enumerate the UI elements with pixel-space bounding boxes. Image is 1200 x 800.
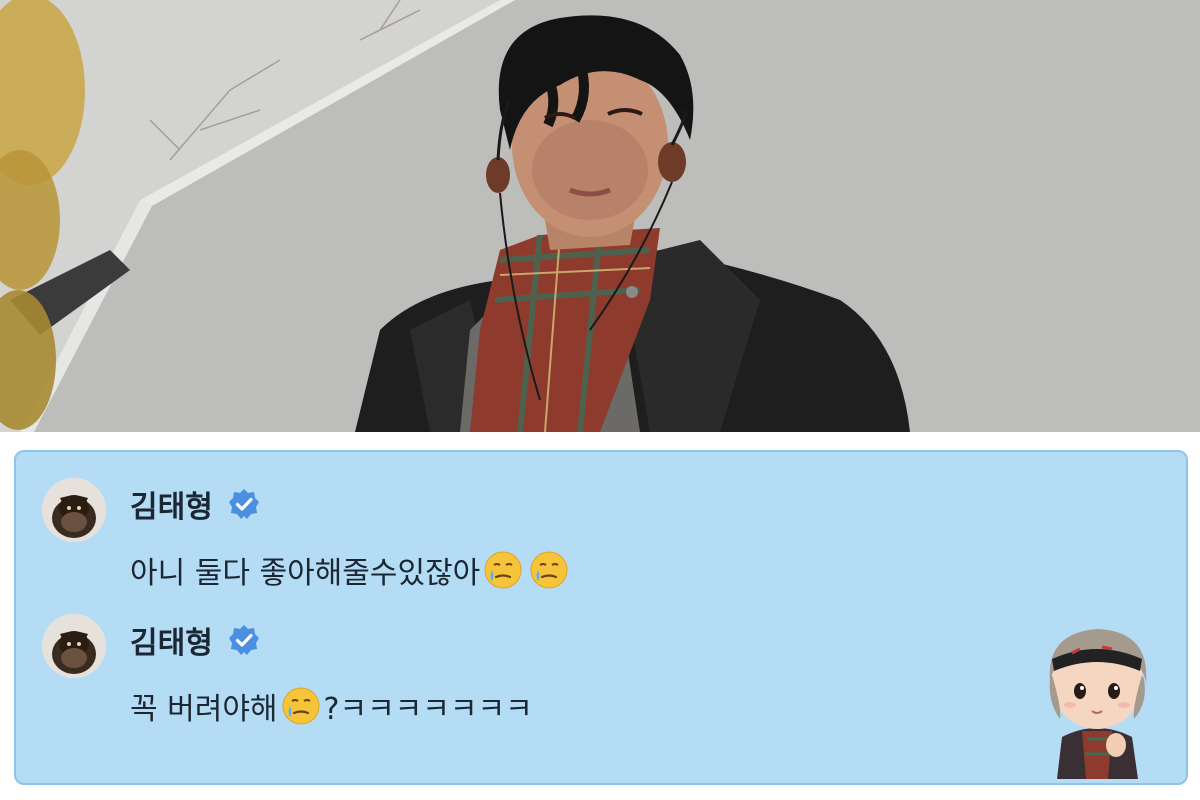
avatar[interactable] bbox=[42, 614, 106, 678]
avatar[interactable] bbox=[42, 478, 106, 542]
username-row: 김태형 bbox=[130, 618, 261, 662]
face-holding-back-tears-icon bbox=[281, 686, 321, 726]
comment-body-end: ?ㅋㅋㅋㅋㅋㅋㅋ bbox=[323, 692, 533, 727]
face-holding-back-tears-icon bbox=[529, 550, 569, 590]
comments-card: 김태형 아니 둘다 좋아해줄수있잖아 김태형 꼭 버려야해 ?ㅋㅋㅋㅋㅋㅋㅋ bbox=[14, 450, 1188, 785]
verified-badge-icon bbox=[227, 623, 261, 657]
comment-body: 아니 둘다 좋아해줄수있잖아 bbox=[130, 556, 481, 591]
username[interactable]: 김태형 bbox=[130, 482, 213, 526]
verified-badge-icon bbox=[227, 487, 261, 521]
comment-text: 아니 둘다 좋아해줄수있잖아 bbox=[130, 548, 572, 592]
username-row: 김태형 bbox=[130, 482, 261, 526]
comment-text: 꼭 버려야해 ?ㅋㅋㅋㅋㅋㅋㅋ bbox=[130, 684, 533, 728]
header-photo bbox=[0, 0, 1200, 432]
username[interactable]: 김태형 bbox=[130, 618, 213, 662]
face-holding-back-tears-icon bbox=[483, 550, 523, 590]
character-sticker-image bbox=[1032, 619, 1162, 779]
comment-body-start: 꼭 버려야해 bbox=[130, 692, 278, 727]
